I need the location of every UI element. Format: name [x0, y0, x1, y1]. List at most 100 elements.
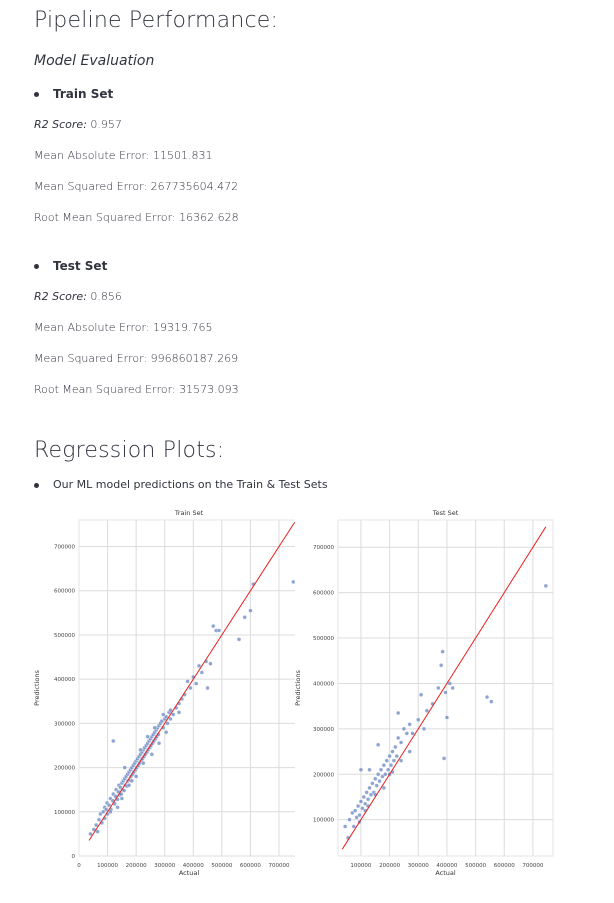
scatter-point — [193, 681, 199, 686]
y-tick-label: 700000 — [54, 545, 75, 551]
regression-title: Regression Plots: — [34, 438, 225, 463]
test-mae: Mean Absolute Error: 19319.765 — [34, 321, 213, 334]
regression-bullet: Our ML model predictions on the Train & … — [34, 478, 328, 491]
train-set-bullet: Train Set — [34, 87, 113, 101]
scatter-point — [450, 685, 455, 691]
y-tick-label: 300000 — [313, 727, 334, 733]
scatter-point — [398, 740, 404, 745]
x-tick-label: 700000 — [522, 863, 543, 869]
x-tick-label: 200000 — [126, 863, 147, 869]
regression-bullet-text: Our ML model predictions on the Train & … — [53, 478, 328, 491]
scatter-point — [347, 817, 352, 822]
scatter-point — [367, 767, 372, 772]
scatter-point — [115, 805, 120, 810]
scatter-point — [444, 715, 450, 720]
y-tick-label: 700000 — [313, 545, 334, 551]
scatter-point — [361, 794, 367, 800]
train-mae: Mean Absolute Error: 11501.831 — [34, 149, 213, 162]
scatter-point — [385, 767, 391, 772]
x-axis-label: Actual — [179, 869, 200, 877]
scatter-point — [211, 623, 216, 629]
x-tick-label: 500000 — [465, 863, 486, 869]
test-r2-value: 0.856 — [86, 290, 122, 303]
scatter-point — [390, 749, 395, 754]
y-tick-label: 0 — [72, 854, 76, 860]
scatter-point — [377, 778, 382, 784]
scatter-point — [388, 762, 394, 768]
scatter-point — [387, 753, 392, 759]
scatter-point — [381, 762, 387, 768]
x-tick-label: 600000 — [494, 863, 515, 869]
train-r2-label: R2 Score: — [34, 118, 87, 131]
y-axis-label: Predictions — [295, 670, 302, 706]
x-tick-label: 0 — [77, 863, 81, 869]
test-r2: R2 Score: 0.856 — [34, 290, 122, 303]
scatter-point — [395, 710, 401, 716]
scatter-point — [358, 799, 364, 804]
x-tick-label: 200000 — [379, 863, 400, 869]
scatter-point — [161, 712, 166, 717]
scatter-point — [152, 725, 157, 730]
train-rmse: Root Mean Squared Error: 16362.628 — [34, 211, 239, 224]
train-r2-value: 0.957 — [86, 118, 122, 131]
scatter-point — [156, 741, 162, 746]
test-set-chart: 100000 200000 300000 400000 500000 600000 7000… — [295, 506, 560, 880]
train-r2: R2 Score: 0.957 — [34, 118, 122, 131]
x-tick-label: 600000 — [240, 863, 261, 869]
scatter-point — [119, 796, 125, 801]
y-tick-label: 400000 — [313, 681, 334, 687]
bullet-dot-icon — [34, 264, 39, 269]
y-tick-label: 200000 — [54, 766, 75, 772]
scatter-point — [384, 758, 389, 763]
x-tick-label: 700000 — [269, 863, 290, 869]
scatter-point — [129, 778, 135, 784]
scatter-point — [375, 742, 381, 747]
scatter-point — [122, 765, 127, 770]
test-rmse: Root Mean Squared Error: 31573.093 — [34, 383, 239, 396]
scatter-point — [374, 783, 379, 788]
scatter-point — [440, 649, 445, 654]
scatter-point — [185, 679, 190, 684]
scatter-point — [242, 615, 247, 620]
scatter-point — [205, 685, 210, 691]
scatter-point — [216, 628, 222, 633]
x-tick-label: 300000 — [408, 863, 429, 869]
scatter-point — [416, 717, 421, 722]
y-tick-label: 600000 — [313, 591, 334, 597]
bullet-dot-icon — [34, 92, 39, 97]
scatter-point — [149, 752, 155, 757]
bullet-dot-icon — [34, 482, 39, 488]
y-tick-label: 400000 — [54, 677, 75, 683]
scatter-point — [489, 699, 494, 704]
scatter-point — [138, 747, 143, 753]
y-tick-label: 100000 — [54, 810, 75, 816]
scatter-point — [208, 661, 213, 666]
scatter-point — [96, 817, 102, 822]
scatter-point — [365, 797, 371, 802]
scatter-point — [133, 774, 139, 779]
y-tick-label: 600000 — [54, 589, 75, 595]
scatter-point — [443, 690, 448, 695]
train-mse: Mean Squared Error: 267735604.472 — [34, 180, 239, 193]
scatter-point — [358, 767, 364, 772]
scatter-point — [393, 744, 398, 750]
x-tick-label: 500000 — [211, 863, 232, 869]
scatter-point — [163, 730, 169, 735]
scatter-point — [378, 767, 384, 772]
scatter-point — [404, 731, 410, 736]
scatter-point — [401, 726, 407, 732]
scatter-point — [391, 758, 397, 763]
scatter-point — [418, 692, 424, 698]
x-axis-label: Actual — [435, 869, 456, 877]
x-tick-label: 300000 — [154, 863, 175, 869]
scatter-point — [248, 608, 253, 613]
section-subtitle: Model Evaluation — [34, 53, 155, 69]
scatter-point — [438, 663, 444, 668]
scatter-point — [484, 694, 490, 700]
test-r2-label: R2 Score: — [34, 290, 87, 303]
scatter-point — [141, 760, 146, 766]
scatter-point — [342, 824, 348, 829]
scatter-point — [236, 637, 242, 642]
scatter-point — [370, 781, 375, 786]
scatter-point — [111, 738, 116, 744]
